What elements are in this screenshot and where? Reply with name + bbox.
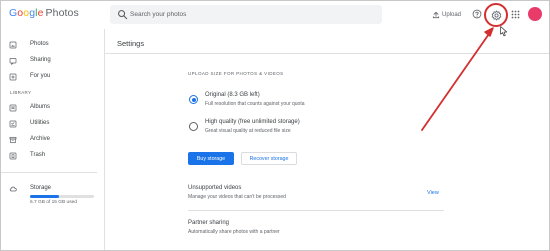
partner-sharing-desc: Automatically share photos with a partne… (188, 229, 280, 235)
original-quality-title: Original (8.3 GB left) (205, 92, 260, 98)
storage-used-text: 6.7 GB of 15 GB used (30, 200, 77, 205)
albums-icon (9, 104, 17, 112)
help-icon[interactable] (472, 9, 482, 19)
logo-photos: Photos (45, 7, 79, 19)
logo-google: Google (9, 7, 44, 19)
content-divider (104, 29, 105, 250)
photo-icon (9, 41, 17, 49)
sidebar-divider (1, 172, 97, 173)
upload-label: Upload (442, 12, 462, 18)
view-unsupported-link[interactable]: View (427, 190, 439, 196)
page-title: Settings (117, 39, 145, 48)
mouse-cursor-icon (500, 26, 508, 37)
sidebar-item-storage[interactable]: Storage (1, 182, 97, 196)
original-quality-desc: Full resolution that counts against your… (205, 101, 305, 107)
storage-progress-fill (30, 195, 59, 198)
storage-progress-bar (30, 195, 94, 198)
unsupported-videos-desc: Manage your videos that can't be process… (188, 194, 286, 200)
partner-sharing-title[interactable]: Partner sharing (188, 220, 229, 226)
unsupported-videos-title: Unsupported videos (188, 185, 242, 191)
settings-highlight-circle (484, 3, 508, 27)
search-icon[interactable] (117, 9, 128, 20)
upload-size-heading: UPLOAD SIZE FOR PHOTOS & VIDEOS (188, 71, 284, 76)
upload-icon (432, 11, 440, 19)
cloud-icon (9, 186, 17, 192)
sidebar-item-label: For you (30, 73, 51, 79)
apps-grid-icon[interactable] (511, 10, 520, 19)
search-bar[interactable] (110, 5, 382, 24)
avatar[interactable] (528, 7, 542, 21)
upload-button[interactable]: Upload (432, 9, 461, 21)
gear-icon[interactable] (491, 10, 502, 21)
sidebar-item-label: Photos (30, 41, 49, 47)
sidebar-item-label: Albums (30, 104, 51, 110)
high-quality-desc: Great visual quality at reduced file siz… (205, 128, 291, 134)
search-input[interactable] (130, 5, 370, 24)
buy-storage-button[interactable]: Buy storage (188, 152, 234, 165)
top-bar: GooglePhotos Upload (1, 1, 549, 29)
library-section-label: LIBRARY (10, 90, 32, 95)
sidebar-item-label: Archive (30, 136, 51, 142)
sharing-icon (9, 57, 17, 65)
utilities-icon (9, 120, 17, 128)
sidebar-item-albums[interactable]: Albums (1, 101, 97, 115)
storage-label: Storage (30, 185, 52, 191)
archive-icon (9, 136, 17, 144)
title-divider (105, 53, 549, 54)
app-window: GooglePhotos Upload Photos Sharing (0, 0, 550, 251)
original-quality-radio[interactable] (189, 95, 198, 104)
high-quality-radio[interactable] (189, 122, 198, 131)
trash-icon (9, 152, 17, 160)
sidebar: Photos Sharing For you LIBRARY Albums Ut… (1, 29, 101, 250)
sidebar-item-sharing[interactable]: Sharing (1, 54, 97, 68)
sidebar-item-label: Utilities (30, 120, 50, 126)
sidebar-item-label: Trash (30, 152, 46, 158)
high-quality-title: High quality (free unlimited storage) (205, 119, 300, 125)
sidebar-item-for-you[interactable]: For you (1, 70, 97, 84)
for-you-icon (9, 73, 17, 81)
google-photos-logo[interactable]: Google Photos (9, 7, 79, 19)
row-divider (188, 210, 444, 211)
sidebar-item-label: Sharing (30, 57, 51, 63)
sidebar-item-utilities[interactable]: Utilities (1, 117, 97, 131)
recover-storage-button[interactable]: Recover storage (241, 152, 297, 165)
sidebar-item-photos[interactable]: Photos (1, 38, 97, 52)
sidebar-item-trash[interactable]: Trash (1, 149, 97, 163)
sidebar-item-archive[interactable]: Archive (1, 133, 97, 147)
